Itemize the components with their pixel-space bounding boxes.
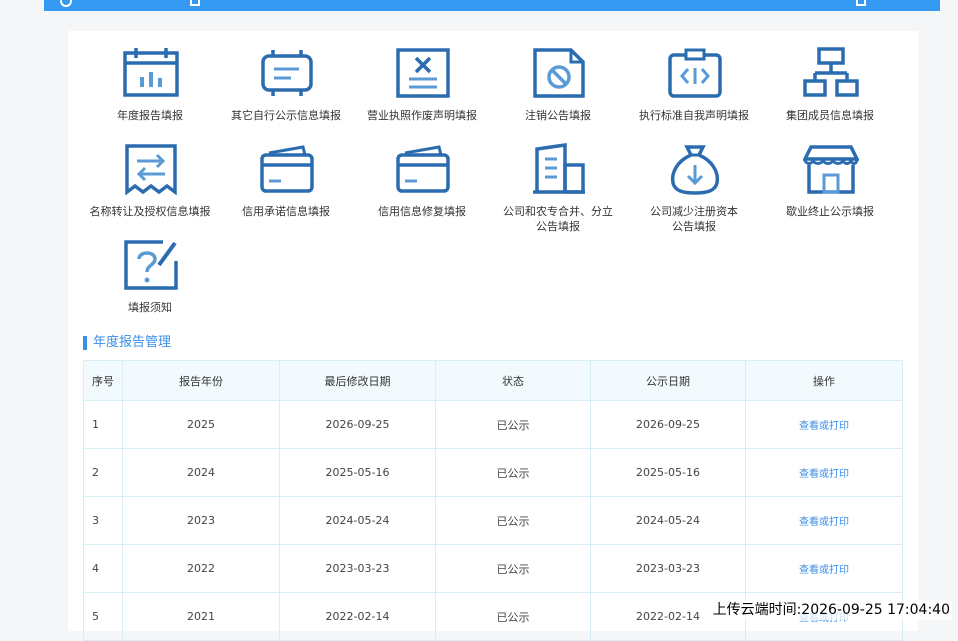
- credit-card-icon: [260, 145, 314, 193]
- credit-card-icon: [396, 145, 450, 193]
- cell-publish-date: 2024-05-24: [590, 496, 746, 545]
- col-header-status: 状态: [435, 360, 591, 401]
- cell-index: 5: [83, 592, 123, 641]
- col-header-modified: 最后修改日期: [279, 360, 436, 401]
- func-group-members[interactable]: 集团成员信息填报: [762, 43, 898, 131]
- top-nav-bar: [44, 0, 940, 11]
- func-label: 信用承诺信息填报: [242, 205, 330, 218]
- table-row: 2 2024 2025-05-16 已公示 2025-05-16 查看或打印: [83, 448, 903, 497]
- func-label: 其它自行公示信息填报: [231, 109, 341, 122]
- col-header-action: 操作: [745, 360, 903, 401]
- window-icon[interactable]: [856, 0, 866, 6]
- cell-modified: 2025-05-16: [279, 448, 436, 497]
- view-print-link[interactable]: 查看或打印: [745, 496, 903, 545]
- func-label: 信用信息修复填报: [378, 205, 466, 218]
- view-print-link[interactable]: 查看或打印: [745, 448, 903, 497]
- cell-year: 2025: [122, 400, 280, 449]
- func-license-void[interactable]: 营业执照作废声明填报: [354, 43, 490, 131]
- cell-modified: 2024-05-24: [279, 496, 436, 545]
- cell-index: 2: [83, 448, 123, 497]
- cell-index: 3: [83, 496, 123, 545]
- notice-board-icon: [261, 50, 313, 96]
- func-label: 公司减少注册资本 公告填报: [650, 205, 738, 233]
- func-label: 公司和农专合并、分立 公告填报: [503, 205, 613, 233]
- func-other-disclosure[interactable]: 其它自行公示信息填报: [218, 43, 354, 131]
- cell-year: 2023: [122, 496, 280, 545]
- view-print-link[interactable]: 查看或打印: [745, 400, 903, 449]
- money-bag-down-icon: [670, 145, 720, 195]
- func-cancellation[interactable]: 注销公告填报: [490, 43, 626, 131]
- cell-year: 2021: [122, 592, 280, 641]
- table-header-row: 序号 报告年份 最后修改日期 状态 公示日期 操作: [83, 360, 903, 401]
- calendar-chart-icon: [123, 48, 179, 97]
- cell-index: 4: [83, 544, 123, 593]
- cell-status: 已公示: [435, 448, 591, 497]
- cell-modified: 2022-02-14: [279, 592, 436, 641]
- cell-status: 已公示: [435, 544, 591, 593]
- document-icon[interactable]: [190, 0, 200, 6]
- refresh-icon[interactable]: [60, 0, 72, 7]
- func-business-termination[interactable]: 歇业终止公示填报: [762, 139, 898, 227]
- func-standard-declaration[interactable]: 执行标准自我声明填报: [626, 43, 762, 131]
- cell-status: 已公示: [435, 592, 591, 641]
- func-label: 歇业终止公示填报: [786, 205, 874, 218]
- func-credit-repair[interactable]: 信用信息修复填报: [354, 139, 490, 227]
- function-grid: 年度报告填报 其它自行公示信息填报 营业执照作废声明填报 注销公告填报 执行标准…: [82, 43, 902, 323]
- func-label: 注销公告填报: [525, 109, 591, 122]
- cell-modified: 2023-03-23: [279, 544, 436, 593]
- func-label: 年度报告填报: [117, 109, 183, 122]
- question-edit-icon: [124, 240, 178, 290]
- table-row: 3 2023 2024-05-24 已公示 2024-05-24 查看或打印: [83, 496, 903, 545]
- col-header-year: 报告年份: [122, 360, 280, 401]
- func-label: 集团成员信息填报: [786, 109, 874, 122]
- func-label: 名称转让及授权信息填报: [89, 205, 211, 218]
- func-label: 营业执照作废声明填报: [367, 109, 477, 122]
- func-label: 填报须知: [128, 301, 172, 314]
- cell-modified: 2026-09-25: [279, 400, 436, 449]
- cell-index: 1: [83, 400, 123, 449]
- col-header-index: 序号: [83, 360, 123, 401]
- org-chart-icon: [803, 47, 859, 97]
- store-icon: [803, 145, 859, 194]
- func-capital-reduction[interactable]: 公司减少注册资本 公告填报: [626, 139, 762, 233]
- func-filing-instructions[interactable]: 填报须知: [82, 235, 218, 323]
- upload-timestamp: 上传云端时间:2026-09-25 17:04:40: [710, 600, 952, 620]
- cell-publish-date: 2025-05-16: [590, 448, 746, 497]
- col-header-publish-date: 公示日期: [590, 360, 746, 401]
- cell-year: 2022: [122, 544, 280, 593]
- func-label: 执行标准自我声明填报: [639, 109, 749, 122]
- annual-report-table: 序号 报告年份 最后修改日期 状态 公示日期 操作 1 2025 2026-09…: [83, 360, 903, 641]
- table-row: 1 2025 2026-09-25 已公示 2026-09-25 查看或打印: [83, 400, 903, 449]
- table-row: 4 2022 2023-03-23 已公示 2023-03-23 查看或打印: [83, 544, 903, 593]
- buildings-icon: [533, 143, 585, 194]
- cell-year: 2024: [122, 448, 280, 497]
- func-merger-split[interactable]: 公司和农专合并、分立 公告填报: [490, 139, 626, 233]
- content-card: 年度报告填报 其它自行公示信息填报 营业执照作废声明填报 注销公告填报 执行标准…: [68, 31, 918, 641]
- func-credit-commitment[interactable]: 信用承诺信息填报: [218, 139, 354, 227]
- cancel-document-icon: [533, 48, 585, 98]
- section-title: 年度报告管理: [83, 335, 171, 351]
- func-name-transfer[interactable]: 名称转让及授权信息填报: [82, 139, 218, 227]
- func-annual-report[interactable]: 年度报告填报: [82, 43, 218, 131]
- transfer-icon: [125, 144, 177, 195]
- cell-publish-date: 2023-03-23: [590, 544, 746, 593]
- cell-publish-date: 2026-09-25: [590, 400, 746, 449]
- code-clipboard-icon: [668, 48, 722, 98]
- view-print-link[interactable]: 查看或打印: [745, 544, 903, 593]
- cell-status: 已公示: [435, 400, 591, 449]
- void-license-icon: [396, 48, 450, 98]
- cell-status: 已公示: [435, 496, 591, 545]
